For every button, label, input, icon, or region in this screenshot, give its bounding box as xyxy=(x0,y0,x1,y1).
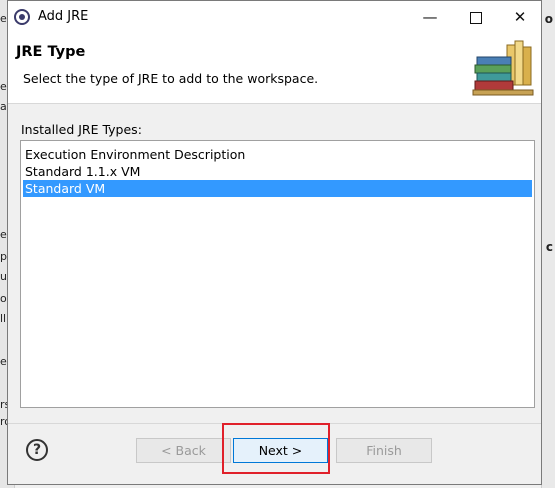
help-icon[interactable]: ? xyxy=(26,439,48,461)
list-item-selected[interactable]: Standard VM xyxy=(23,180,532,197)
list-item[interactable]: Execution Environment Description xyxy=(23,146,532,163)
window-title: Add JRE xyxy=(38,9,89,24)
wizard-header: JRE Type Select the type of JRE to add t… xyxy=(8,33,541,104)
page-title: JRE Type xyxy=(16,44,86,60)
bg-fragment: ll xyxy=(0,312,7,325)
add-jre-dialog: Add JRE — ✕ JRE Type Select the type of … xyxy=(7,0,542,485)
bg-fragment: p xyxy=(0,250,7,263)
bg-fragment: o xyxy=(544,12,553,26)
bg-fragment: e xyxy=(0,355,7,368)
books-icon xyxy=(472,40,534,96)
close-button[interactable]: ✕ xyxy=(497,1,543,33)
eclipse-icon xyxy=(14,9,30,25)
background-right-panel: o c xyxy=(541,0,555,488)
title-bar[interactable]: Add JRE — ✕ xyxy=(8,1,541,33)
back-button[interactable]: < Back xyxy=(136,438,231,463)
page-description: Select the type of JRE to add to the wor… xyxy=(23,71,319,86)
next-button-highlight xyxy=(222,423,330,474)
finish-button[interactable]: Finish xyxy=(336,438,432,463)
minimize-button[interactable]: — xyxy=(407,1,453,33)
bg-fragment: e xyxy=(0,228,7,241)
maximize-icon xyxy=(470,11,482,24)
list-item[interactable]: Standard 1.1.x VM xyxy=(23,163,532,180)
maximize-button[interactable] xyxy=(453,1,499,33)
installed-jre-types-label: Installed JRE Types: xyxy=(21,122,142,137)
jre-type-list[interactable]: Execution Environment Description Standa… xyxy=(20,140,535,408)
bg-fragment: c xyxy=(545,240,553,254)
